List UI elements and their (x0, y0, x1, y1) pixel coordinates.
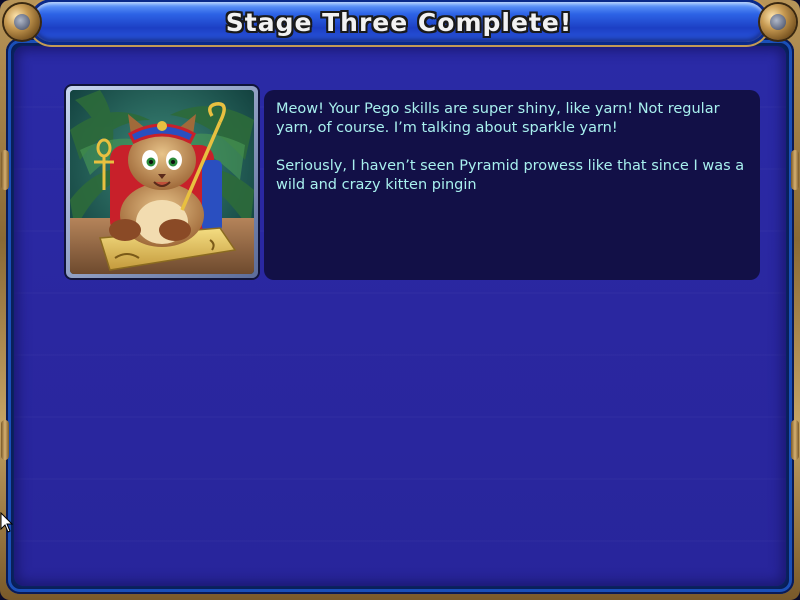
page-title: Stage Three Complete! (225, 8, 573, 37)
pharaoh-cat-icon (70, 90, 254, 274)
mouse-cursor-icon (0, 512, 14, 533)
character-portrait-frame (66, 86, 258, 278)
dialog-box: Meow! Your Pego skills are super shiny, … (264, 90, 760, 280)
dialog-line: Meow! Your Pego skills are super shiny, … (276, 101, 720, 117)
dialog-line: wild and crazy kitten pingin (276, 177, 477, 193)
dialog-line: Seriously, I haven’t seen Pyramid prowes… (276, 158, 745, 174)
frame-rivet-left-lower (1, 420, 9, 460)
frame-rivet-right-upper (791, 150, 799, 190)
corner-knob-top-left (4, 4, 40, 40)
frame-rivet-right-lower (791, 420, 799, 460)
dialog-line: yarn, of course. I’m talking about spark… (276, 120, 618, 136)
frame-rivet-left-upper (1, 150, 9, 190)
corner-knob-top-right (760, 4, 796, 40)
title-bar: Stage Three Complete! (32, 2, 766, 42)
